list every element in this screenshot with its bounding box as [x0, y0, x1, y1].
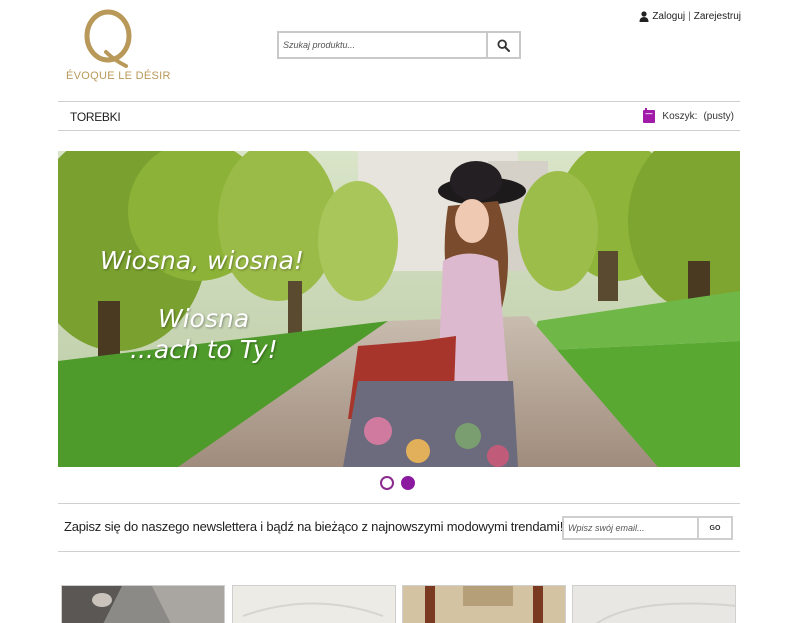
product-image [233, 586, 395, 623]
product-image [573, 586, 735, 623]
brand-logo[interactable]: ÉVOQUE LE DÉSIR [66, 8, 170, 86]
banner-headline: Wiosna, wiosna! [100, 246, 304, 275]
user-links: Zaloguj | Zarejestruj [639, 11, 741, 22]
banner-subline-1: Wiosna [158, 304, 250, 333]
newsletter-go-button[interactable]: GO [697, 518, 731, 538]
cart-link[interactable]: Koszyk: (pusty) [642, 108, 734, 124]
main-nav: TOREBKI Koszyk: (pusty) [58, 101, 740, 131]
slider-pagination [380, 476, 415, 490]
search-icon [497, 38, 510, 52]
newsletter-email-input[interactable] [564, 518, 697, 538]
product-card[interactable] [402, 585, 566, 623]
nav-item-torebki[interactable]: TOREBKI [70, 110, 121, 124]
cart-status: (pusty) [703, 110, 734, 122]
product-grid [61, 585, 741, 623]
hero-banner[interactable]: Wiosna, wiosna! Wiosna ...ach to Ty! [58, 151, 740, 467]
product-card[interactable] [232, 585, 396, 623]
product-image [403, 586, 565, 623]
product-card[interactable] [572, 585, 736, 623]
newsletter-form: GO [562, 516, 733, 540]
user-icon [639, 11, 649, 22]
search-bar [277, 31, 521, 59]
user-links-separator: | [688, 11, 691, 22]
product-image [62, 586, 224, 623]
register-link[interactable]: Zarejestruj [694, 11, 741, 22]
logo-q-mark [84, 9, 132, 68]
slider-dot-2[interactable] [401, 476, 415, 490]
banner-subline-2: ...ach to Ty! [130, 335, 278, 364]
newsletter-section: Zapisz się do naszego newslettera i bądź… [58, 503, 740, 552]
logo-text: ÉVOQUE LE DÉSIR [66, 70, 171, 82]
slider-dot-1[interactable] [380, 476, 394, 490]
newsletter-text: Zapisz się do naszego newslettera i bądź… [64, 519, 564, 534]
search-button[interactable] [486, 33, 519, 57]
product-card[interactable] [61, 585, 225, 623]
cart-icon [643, 108, 656, 123]
cart-label: Koszyk: [662, 110, 698, 122]
login-link[interactable]: Zaloguj [652, 11, 685, 22]
search-input[interactable] [279, 33, 486, 57]
